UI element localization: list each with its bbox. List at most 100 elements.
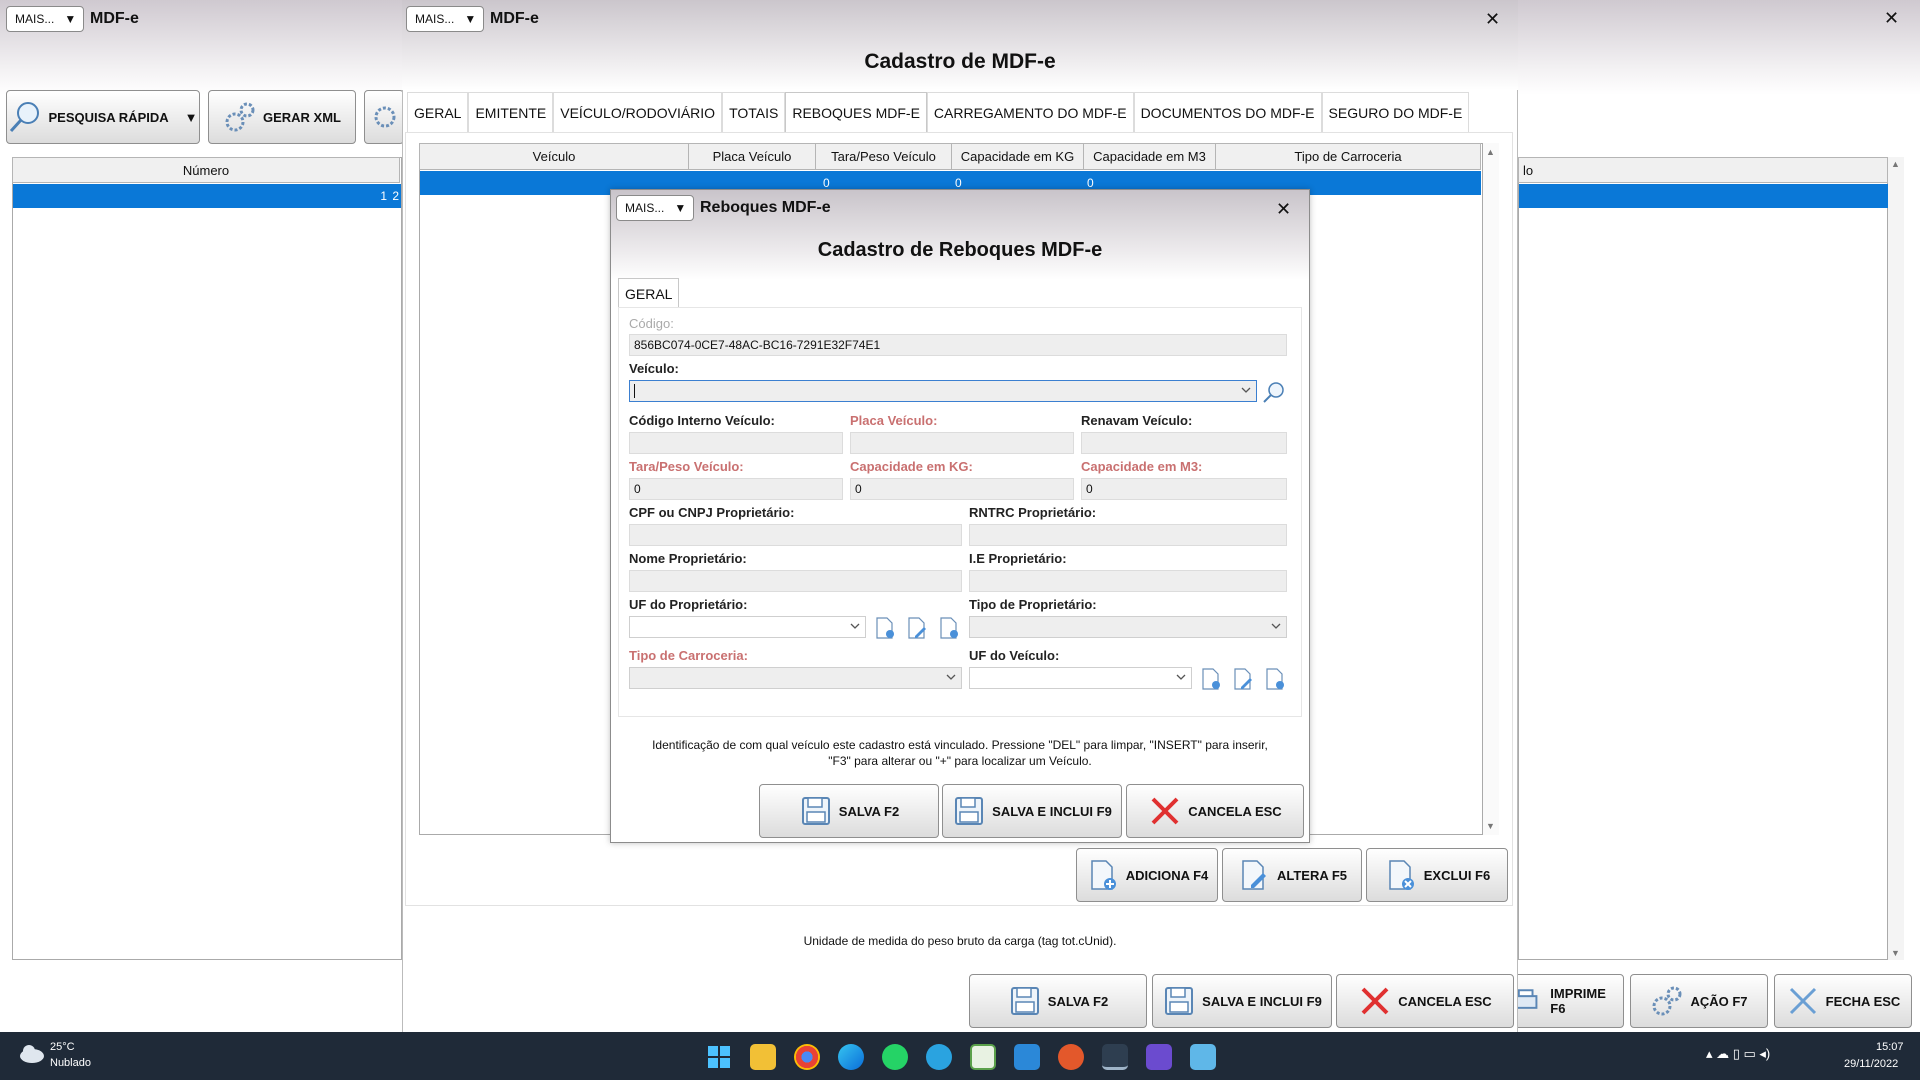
tab-veiculo-rodoviario[interactable]: VEÍCULO/RODOVIÁRIO xyxy=(553,92,723,132)
tipo-prop-combo[interactable] xyxy=(969,616,1287,638)
main-grid[interactable] xyxy=(12,157,402,960)
toolbar-gear-button[interactable] xyxy=(364,90,404,144)
column-header-veiculo[interactable]: Veículo xyxy=(419,143,689,170)
add-document-icon xyxy=(1090,860,1116,890)
reboques-salva-inclui-button[interactable]: SALVA E INCLUI F9 xyxy=(942,784,1122,838)
column-header-placa[interactable]: Placa Veículo xyxy=(688,143,816,170)
clock-date[interactable]: 29/11/2022 xyxy=(1844,1058,1898,1070)
mais-label: MAIS... xyxy=(415,12,455,26)
adiciona-button[interactable]: ADICIONA F4 xyxy=(1076,848,1218,902)
acao-button[interactable]: AÇÃO F7 xyxy=(1630,974,1768,1028)
main-mais-button[interactable]: MAIS... ▼ xyxy=(6,6,84,32)
edit-document-icon[interactable] xyxy=(1231,667,1255,691)
reboques-mais-button[interactable]: MAIS... ▼ xyxy=(616,195,694,221)
file-explorer-icon[interactable] xyxy=(750,1044,776,1070)
red-x-icon xyxy=(1361,987,1389,1015)
ie-label: I.E Proprietário: xyxy=(969,551,1067,566)
reboques-salva-button[interactable]: SALVA F2 xyxy=(759,784,939,838)
tipo-carroceria-combo[interactable] xyxy=(629,667,962,689)
ie-field xyxy=(969,570,1287,592)
gears-icon xyxy=(225,102,255,132)
fecha-button[interactable]: FECHA ESC xyxy=(1774,974,1912,1028)
hint-line-1: Identificação de com qual veículo este c… xyxy=(652,738,1268,752)
app-icon[interactable] xyxy=(1058,1044,1084,1070)
cadastro-mais-button[interactable]: MAIS... ▼ xyxy=(406,6,484,32)
gerar-xml-button[interactable]: GERAR XML xyxy=(208,90,356,144)
cadastro-cancela-button[interactable]: CANCELA ESC xyxy=(1336,974,1514,1028)
erp-app-icon[interactable] xyxy=(1102,1044,1128,1070)
uf-veiculo-label: UF do Veículo: xyxy=(969,648,1060,663)
add-document-icon[interactable] xyxy=(1199,667,1223,691)
scroll-down-icon[interactable]: ▼ xyxy=(1486,821,1495,831)
col-label: Placa Veículo xyxy=(712,149,792,164)
gears-icon xyxy=(1652,986,1682,1016)
reboques-close-icon[interactable]: ✕ xyxy=(1276,199,1291,220)
table-row[interactable] xyxy=(1519,184,1888,208)
column-header-cap-kg[interactable]: Capacidade em KG xyxy=(951,143,1084,170)
uf-prop-label: UF do Proprietário: xyxy=(629,597,748,612)
add-document-icon[interactable] xyxy=(873,616,897,640)
nome-field xyxy=(629,570,962,592)
main-close-icon[interactable]: ✕ xyxy=(1884,8,1899,29)
tab-seguro[interactable]: SEGURO DO MDF-E xyxy=(1321,92,1470,132)
tab-documentos[interactable]: DOCUMENTOS DO MDF-E xyxy=(1133,92,1322,132)
main-scrollbar[interactable]: ▲ ▼ xyxy=(1888,157,1904,960)
column-header-tara[interactable]: Tara/Peso Veículo xyxy=(815,143,952,170)
mais-label: MAIS... xyxy=(625,201,665,215)
outlook-icon[interactable] xyxy=(1014,1044,1040,1070)
cap-m3-label: Capacidade em M3: xyxy=(1081,459,1203,474)
mais-label: MAIS... xyxy=(15,12,55,26)
column-header-cap-m3[interactable]: Capacidade em M3 xyxy=(1083,143,1216,170)
whatsapp-icon[interactable] xyxy=(882,1044,908,1070)
reboques-grid-scrollbar[interactable]: ▲ ▼ xyxy=(1483,143,1499,835)
veiculo-combo[interactable] xyxy=(629,380,1257,402)
cadastro-salva-button[interactable]: SALVA F2 xyxy=(969,974,1147,1028)
rntrc-field xyxy=(969,524,1287,546)
cadastro-salva-inclui-button[interactable]: SALVA E INCLUI F9 xyxy=(1152,974,1332,1028)
tray-icons[interactable]: ▴ ☁ ▯ ▭ ◂) xyxy=(1706,1046,1770,1062)
scroll-up-icon[interactable]: ▲ xyxy=(1891,159,1900,169)
table-row[interactable]: 1 2 xyxy=(13,184,401,208)
tab-geral[interactable]: GERAL xyxy=(407,92,469,132)
telegram-icon[interactable] xyxy=(926,1044,952,1070)
reboques-cancela-button[interactable]: CANCELA ESC xyxy=(1126,784,1304,838)
cap-kg-label: Capacidade em KG: xyxy=(850,459,973,474)
gear-icon xyxy=(374,106,396,128)
main-grid-right[interactable] xyxy=(1518,157,1888,960)
cadastro-close-icon[interactable]: ✕ xyxy=(1485,9,1500,30)
tab-reboques[interactable]: REBOQUES MDF-E xyxy=(785,92,927,132)
row-numero: 1 xyxy=(380,189,387,203)
media-app-icon[interactable] xyxy=(1146,1044,1172,1070)
scroll-up-icon[interactable]: ▲ xyxy=(1486,147,1495,157)
delete-document-icon[interactable] xyxy=(1263,667,1287,691)
reboques-tab-geral[interactable]: GERAL xyxy=(618,278,680,308)
tab-carregamento[interactable]: CARREGAMENTO DO MDF-E xyxy=(926,92,1134,132)
edge-icon[interactable] xyxy=(838,1044,864,1070)
edit-document-icon[interactable] xyxy=(905,616,929,640)
magnifier-icon xyxy=(10,102,40,133)
chrome-icon[interactable] xyxy=(794,1044,820,1070)
search-icon[interactable] xyxy=(1262,380,1286,404)
delete-document-icon[interactable] xyxy=(937,616,961,640)
tab-emitente[interactable]: EMITENTE xyxy=(468,92,554,132)
column-header-right[interactable]: lo xyxy=(1518,157,1888,183)
uf-veiculo-combo[interactable] xyxy=(969,667,1192,689)
salva-label: SALVA F2 xyxy=(1047,993,1109,1009)
remote-desktop-icon[interactable] xyxy=(1190,1044,1216,1070)
tab-totais[interactable]: TOTAIS xyxy=(722,92,786,132)
altera-button[interactable]: ALTERA F5 xyxy=(1222,848,1362,902)
rntrc-label: RNTRC Proprietário: xyxy=(969,505,1097,520)
column-header-numero[interactable]: Número xyxy=(12,157,400,183)
exclui-label: EXCLUI F6 xyxy=(1423,867,1491,883)
column-header-carroceria[interactable]: Tipo de Carroceria xyxy=(1215,143,1481,170)
windows-start-icon[interactable] xyxy=(706,1044,732,1070)
imprime-button[interactable]: IMPRIME F6 xyxy=(1510,974,1624,1028)
exclui-button[interactable]: EXCLUI F6 xyxy=(1366,848,1508,902)
cap-m3-field: 0 xyxy=(1081,478,1287,500)
uf-prop-combo[interactable] xyxy=(629,616,866,638)
clock-time[interactable]: 15:07 xyxy=(1876,1041,1904,1053)
cadastro-hint: Unidade de medida do peso bruto da carga… xyxy=(803,934,1117,948)
scroll-down-icon[interactable]: ▼ xyxy=(1891,948,1900,958)
pesquisa-rapida-button[interactable]: PESQUISA RÁPIDA ▼ xyxy=(6,90,200,144)
spreadsheet-icon[interactable] xyxy=(970,1044,996,1070)
